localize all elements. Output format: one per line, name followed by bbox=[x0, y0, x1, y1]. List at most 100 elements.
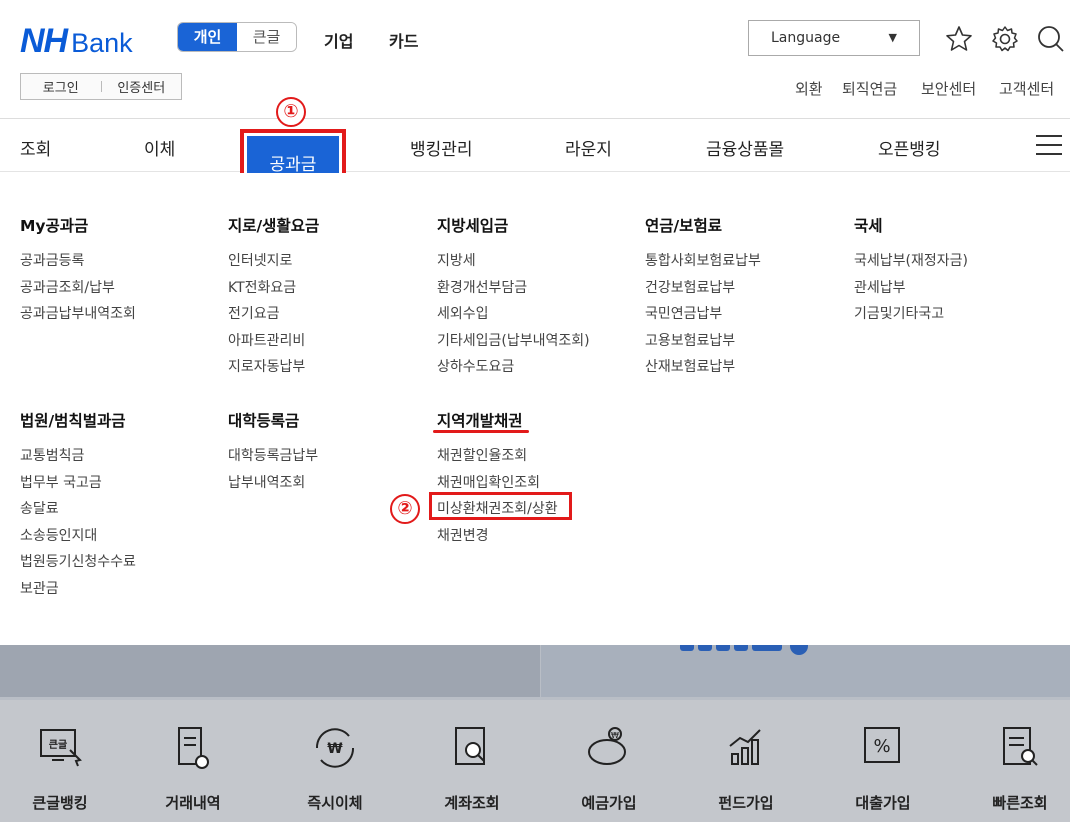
menu-item[interactable]: 기금및기타국고 bbox=[854, 301, 968, 328]
mode-personal-tab[interactable]: 개인 bbox=[178, 23, 237, 51]
nav-inquiry[interactable]: 조회 bbox=[20, 135, 51, 160]
quick-item-label: 펀드가입 bbox=[718, 794, 774, 812]
menu-item[interactable]: 상하수도요금 bbox=[437, 354, 590, 381]
quick-item-label: 즉시이체 bbox=[307, 794, 363, 812]
nh-bank-logo[interactable]: NH Bank bbox=[20, 22, 133, 61]
quick-item-label: 거래내역 bbox=[165, 794, 221, 812]
menu-item[interactable]: 공과금등록 bbox=[20, 248, 136, 275]
quick-item-account[interactable]: 계좌조회 bbox=[412, 720, 532, 812]
menu-item[interactable]: 소송등인지대 bbox=[20, 523, 136, 550]
quick-item-fund[interactable]: 펀드가입 bbox=[686, 720, 806, 812]
topnav-corporate[interactable]: 기업 bbox=[324, 28, 353, 52]
nav-banking-mgmt[interactable]: 뱅킹관리 bbox=[410, 135, 473, 160]
menu-item[interactable]: 건강보험료납부 bbox=[645, 275, 761, 302]
caret-down-icon: ▼ bbox=[888, 31, 897, 44]
menu-heading[interactable]: 지로/생활요금 bbox=[228, 214, 319, 236]
menu-item[interactable]: KT전화요금 bbox=[228, 275, 319, 302]
menu-item[interactable]: 전기요금 bbox=[228, 301, 319, 328]
menu-item[interactable]: 고용보험료납부 bbox=[645, 328, 761, 355]
menu-item[interactable]: 국세납부(재정자금) bbox=[854, 248, 968, 275]
search-icon[interactable] bbox=[1036, 24, 1066, 54]
large-text-banking-icon: 큰글 bbox=[40, 729, 82, 767]
quick-item-history[interactable]: 거래내역 bbox=[133, 720, 253, 812]
menu-heading[interactable]: 지방세입금 bbox=[437, 214, 590, 236]
nav-open-banking[interactable]: 오픈뱅킹 bbox=[878, 135, 941, 160]
menu-item[interactable]: 아파트관리비 bbox=[228, 328, 319, 355]
menu-item[interactable]: 납부내역조회 bbox=[228, 470, 318, 497]
menu-heading[interactable]: 법원/범칙벌과금 bbox=[20, 409, 136, 431]
menu-item[interactable]: 법무부 국고금 bbox=[20, 470, 136, 497]
top-header: NH Bank 개인 큰글 기업 카드 Language ▼ 로그인 인증센터 … bbox=[0, 0, 1070, 118]
fund-chart-icon bbox=[729, 729, 761, 765]
quick-item-transfer[interactable]: ₩ 즉시이체 bbox=[275, 720, 395, 812]
main-nav: 조회 이체 뱅킹관리 라운지 금융상품몰 오픈뱅킹 bbox=[0, 118, 1070, 172]
heading-underline-highlight bbox=[433, 430, 529, 433]
menu-item[interactable]: 기타세입금(납부내역조회) bbox=[437, 328, 590, 355]
menu-item[interactable]: 채권변경 bbox=[437, 523, 558, 550]
util-forex[interactable]: 외환 bbox=[795, 78, 823, 99]
loan-percent-icon: % bbox=[864, 727, 900, 763]
marker-two: ② bbox=[390, 494, 420, 524]
quick-item-loan[interactable]: % 대출가입 bbox=[823, 720, 943, 812]
menu-item[interactable]: 대학등록금납부 bbox=[228, 443, 318, 470]
icon-label: ₩ bbox=[611, 731, 619, 740]
icon-label: ₩ bbox=[327, 741, 343, 757]
language-select[interactable]: Language ▼ bbox=[748, 20, 920, 56]
menu-col-court-fines: 법원/범칙벌과금 교통범칙금 법무부 국고금 송달료 소송등인지대 법원등기신청… bbox=[20, 409, 136, 602]
menu-item[interactable]: 국민연금납부 bbox=[645, 301, 761, 328]
menu-heading[interactable]: My공과금 bbox=[20, 214, 136, 236]
logo-bank: Bank bbox=[71, 28, 133, 58]
quick-item-label: 대출가입 bbox=[855, 794, 911, 812]
gear-icon[interactable] bbox=[990, 24, 1020, 54]
quick-item-label: 빠른조회 bbox=[992, 794, 1048, 812]
menu-item[interactable]: 공과금조회/납부 bbox=[20, 275, 136, 302]
menu-item[interactable]: 교통범칙금 bbox=[20, 443, 136, 470]
quick-item-large-banking[interactable]: 큰글 큰글뱅킹 bbox=[0, 720, 120, 812]
mode-large-text-tab[interactable]: 큰글 bbox=[237, 23, 296, 51]
quick-item-deposit[interactable]: ₩ 예금가입 bbox=[549, 720, 669, 812]
menu-item[interactable]: 인터넷지로 bbox=[228, 248, 319, 275]
icon-label: 큰글 bbox=[49, 739, 67, 751]
menu-item[interactable]: 환경개선부담금 bbox=[437, 275, 590, 302]
menu-item[interactable]: 보관금 bbox=[20, 576, 136, 603]
menu-heading[interactable]: 지역개발채권 bbox=[437, 409, 558, 431]
menu-item[interactable]: 공과금납부내역조회 bbox=[20, 301, 136, 328]
transaction-history-icon bbox=[178, 727, 209, 769]
menu-heading[interactable]: 대학등록금 bbox=[228, 409, 318, 431]
menu-item[interactable]: 세외수입 bbox=[437, 301, 590, 328]
menu-col-local-tax: 지방세입금 지방세 환경개선부담금 세외수입 기타세입금(납부내역조회) 상하수… bbox=[437, 214, 590, 381]
quick-inquiry-icon bbox=[1003, 727, 1038, 766]
quick-item-label: 큰글뱅킹 bbox=[32, 794, 88, 812]
menu-heading[interactable]: 연금/보험료 bbox=[645, 214, 761, 236]
logo-nh: NH bbox=[20, 22, 68, 60]
menu-col-pension-insurance: 연금/보험료 통합사회보험료납부 건강보험료납부 국민연금납부 고용보험료납부 … bbox=[645, 214, 761, 381]
menu-item[interactable]: 채권할인율조회 bbox=[437, 443, 558, 470]
menu-item[interactable]: 법원등기신청수수료 bbox=[20, 549, 136, 576]
cert-center-link[interactable]: 인증센터 bbox=[102, 77, 182, 96]
util-security[interactable]: 보안센터 bbox=[921, 78, 976, 99]
menu-item[interactable]: 지로자동납부 bbox=[228, 354, 319, 381]
menu-item[interactable]: 관세납부 bbox=[854, 275, 968, 302]
account-inquiry-icon bbox=[455, 727, 485, 765]
quick-item-quick-inquiry[interactable]: 빠른조회 bbox=[960, 720, 1070, 812]
util-pension[interactable]: 퇴직연금 bbox=[842, 78, 897, 99]
marker-one: ① bbox=[276, 97, 306, 127]
menu-item[interactable]: 지방세 bbox=[437, 248, 590, 275]
util-customer[interactable]: 고객센터 bbox=[999, 78, 1054, 99]
menu-item[interactable]: 통합사회보험료납부 bbox=[645, 248, 761, 275]
nav-transfer[interactable]: 이체 bbox=[144, 135, 175, 160]
menu-col-my-bills: My공과금 공과금등록 공과금조회/납부 공과금납부내역조회 bbox=[20, 214, 136, 328]
menu-item[interactable]: 송달료 bbox=[20, 496, 136, 523]
menu-heading[interactable]: 국세 bbox=[854, 214, 968, 236]
carousel-indicators[interactable] bbox=[680, 645, 782, 651]
menu-col-national-tax: 국세 국세납부(재정자금) 관세납부 기금및기타국고 bbox=[854, 214, 968, 328]
topnav-card[interactable]: 카드 bbox=[389, 28, 418, 52]
menu-item[interactable]: 산재보험료납부 bbox=[645, 354, 761, 381]
star-icon[interactable] bbox=[944, 24, 974, 54]
login-link[interactable]: 로그인 bbox=[21, 77, 101, 96]
menu-col-tuition: 대학등록금 대학등록금납부 납부내역조회 bbox=[228, 409, 318, 496]
instant-transfer-icon: ₩ bbox=[315, 728, 355, 768]
menu-icon[interactable] bbox=[1036, 135, 1062, 155]
nav-lounge[interactable]: 라운지 bbox=[565, 135, 612, 160]
nav-product-mall[interactable]: 금융상품몰 bbox=[706, 135, 784, 160]
